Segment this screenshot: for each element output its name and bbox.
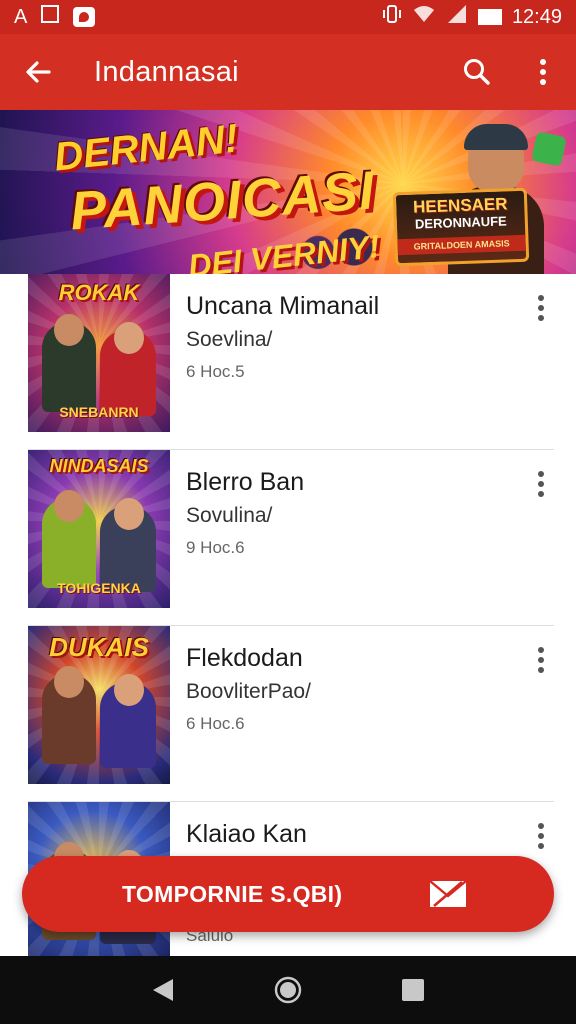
nav-back-icon (152, 979, 173, 1001)
item-title: Uncana Mimanail (186, 292, 380, 320)
vibrate-icon (382, 4, 402, 30)
screen: A 12:49 Indannasai DERNAN! PANOICASI DEI… (0, 0, 576, 1024)
wifi-icon (412, 4, 436, 30)
overflow-menu-icon (538, 647, 544, 673)
item-meta: 6 Hoc.6 (186, 714, 245, 733)
status-left-text: A (14, 5, 28, 28)
app-actions (444, 34, 576, 110)
item-thumbnail: NINDASAIS TOHIGENKA (28, 450, 170, 608)
nav-recents-button[interactable] (389, 966, 437, 1014)
status-bar: A 12:49 (0, 0, 576, 34)
overflow-menu-button[interactable] (510, 34, 576, 110)
search-icon (464, 59, 490, 85)
item-thumbnail: ROKAK SNEBANRN (28, 274, 170, 432)
item-title: Blerro Ban (186, 468, 305, 496)
status-left: A (14, 5, 96, 29)
app-notification-icon (73, 7, 96, 27)
list-item[interactable]: NINDASAIS TOHIGENKA Blerro Ban Sovulina/… (28, 450, 554, 626)
thumb-caption: TOHIGENKA (57, 580, 141, 596)
promo-banner[interactable]: DERNAN! PANOICASI DEI VERNIY! HEENSAER D… (0, 110, 576, 274)
nav-recents-icon (402, 979, 425, 1001)
thumb-title: ROKAK (58, 280, 140, 305)
thumb-title: DUKAIS (49, 632, 149, 662)
item-subtitle: BoovliterPao/ (186, 680, 311, 703)
item-more-button[interactable] (528, 288, 554, 328)
item-meta: 6 Hoc.5 (186, 362, 245, 381)
notification-icon (41, 5, 60, 29)
item-title: Flekdodan (186, 644, 303, 672)
overflow-menu-icon (538, 823, 544, 849)
item-more-button[interactable] (528, 816, 554, 856)
nav-back-button[interactable] (139, 966, 187, 1014)
status-time: 12:49 (511, 5, 562, 28)
app-bar: Indannasai (0, 34, 576, 110)
badge-subtitle: DERONNAUFE (414, 213, 507, 232)
status-right: 12:49 (382, 4, 562, 30)
banner-gem-icon (531, 131, 567, 167)
overflow-menu-icon (540, 59, 546, 85)
badge-caption: GRITALDOEN AMASIS (397, 234, 526, 256)
list-item[interactable]: DUKAIS Flekdodan BoovliterPao/ 6 Hoc.6 (28, 626, 554, 802)
nav-home-button[interactable] (264, 966, 312, 1014)
item-subtitle: Sovulina/ (186, 504, 273, 527)
back-arrow-icon (26, 61, 51, 83)
overflow-menu-icon (538, 471, 544, 497)
system-nav-bar (0, 956, 576, 1024)
app-title: Indannasai (94, 55, 239, 88)
item-title: Klaiao Kan (186, 820, 307, 848)
item-meta: 9 Hoc.6 (186, 538, 245, 557)
battery-icon (477, 9, 502, 25)
nav-home-icon (274, 976, 302, 1004)
back-button[interactable] (0, 34, 76, 110)
item-thumbnail: DUKAIS (28, 626, 170, 784)
thumb-title: NINDASAIS (49, 456, 149, 476)
overflow-menu-icon (538, 295, 544, 321)
mail-cancel-icon[interactable] (428, 878, 468, 910)
fab-label: TOMPORNIE S.QBI) (122, 880, 343, 907)
search-button[interactable] (444, 34, 510, 110)
signal-icon (446, 4, 468, 30)
thumb-caption: SNEBANRN (59, 404, 139, 420)
list-item[interactable]: ROKAK SNEBANRN Uncana Mimanail Soevlina/… (28, 274, 554, 450)
banner-badge: HEENSAER DERONNAUFE GRITALDOEN AMASIS (392, 187, 530, 267)
floating-action-bar[interactable]: TOMPORNIE S.QBI) (22, 856, 554, 932)
item-more-button[interactable] (528, 640, 554, 680)
item-more-button[interactable] (528, 464, 554, 504)
item-subtitle: Soevlina/ (186, 328, 273, 351)
